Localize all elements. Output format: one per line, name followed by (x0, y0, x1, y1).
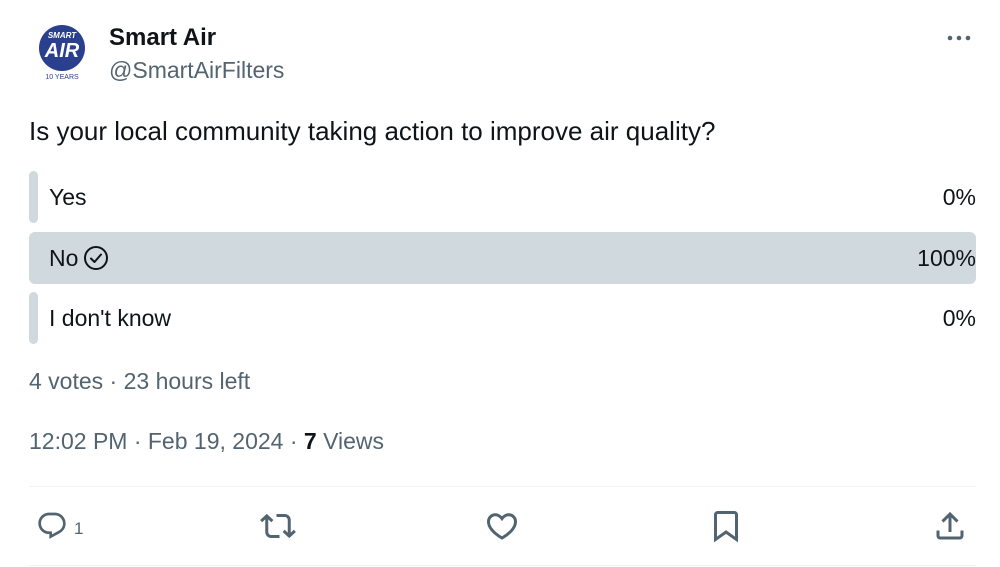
avatar[interactable]: SMART AIR 10 YEARS (36, 24, 88, 82)
poll-option-yes: Yes 0% (29, 171, 976, 223)
poll-option-percent: 100% (917, 245, 976, 271)
more-options-button[interactable] (942, 26, 976, 50)
like-button[interactable] (484, 506, 520, 546)
share-button[interactable] (932, 506, 968, 546)
poll-option-idk: I don't know 0% (29, 292, 976, 344)
retweet-icon (260, 513, 296, 539)
svg-text:10 YEARS: 10 YEARS (45, 74, 79, 81)
poll-option-label: Yes (49, 184, 87, 210)
check-circle-icon (84, 246, 109, 270)
reply-count: 1 (74, 519, 84, 538)
smart-air-logo: SMART AIR 10 YEARS (39, 25, 85, 81)
svg-text:AIR: AIR (44, 40, 80, 62)
reply-button[interactable]: 1 (36, 506, 83, 546)
like-icon (486, 513, 518, 540)
poll-bar (29, 171, 38, 223)
poll-option-percent: 0% (942, 184, 976, 210)
poll-option-percent: 0% (942, 305, 976, 331)
timestamp[interactable]: 12:02 PM · Feb 19, 2024 · (29, 428, 304, 454)
poll-option-no: No 100% (29, 232, 976, 284)
author-handle[interactable]: @SmartAirFilters (109, 56, 284, 84)
divider (29, 565, 976, 566)
author-name[interactable]: Smart Air (109, 24, 216, 52)
poll-meta: 4 votes · 23 hours left (29, 368, 251, 394)
poll-option-label: I don't know (49, 305, 172, 331)
more-icon (947, 35, 971, 41)
timestamp-row: 12:02 PM · Feb 19, 2024 · 7 Views (29, 426, 384, 456)
poll-bar (29, 232, 976, 284)
poll-option-label: No (49, 232, 109, 284)
svg-text:SMART: SMART (48, 31, 77, 40)
views-label: Views (316, 428, 385, 454)
bookmark-icon (714, 511, 738, 543)
reply-icon (38, 512, 66, 539)
poll-bar (29, 292, 38, 344)
share-icon (936, 511, 964, 540)
retweet-button[interactable] (260, 506, 296, 546)
bookmark-button[interactable] (708, 506, 744, 546)
tweet-text: Is your local community taking action to… (29, 116, 716, 146)
tweet-card: SMART AIR 10 YEARS Smart Air @SmartAirFi… (0, 0, 1000, 567)
views-count: 7 (303, 428, 317, 454)
divider (29, 486, 976, 487)
